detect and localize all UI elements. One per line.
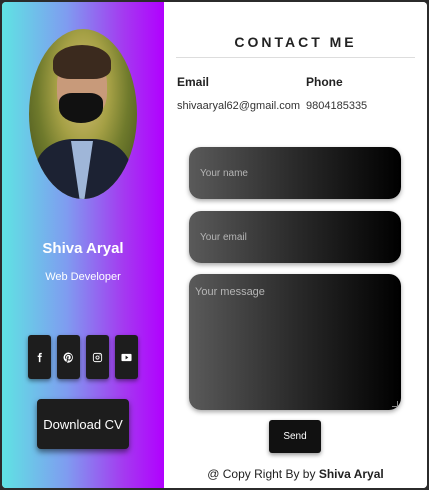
footer-prefix: @ Copy Right By by: [207, 467, 319, 481]
message-placeholder: Your message: [195, 286, 265, 298]
download-cv-button[interactable]: Download CV: [37, 399, 129, 449]
avatar: [29, 29, 137, 199]
youtube-icon: [121, 353, 132, 361]
portfolio-card: Shiva Aryal Web Developer Download CV CO…: [2, 2, 427, 488]
avatar-mask: [59, 93, 103, 123]
contact-panel: CONTACT ME Email shivaaryal62@gmail.com …: [164, 2, 427, 488]
facebook-icon: [37, 352, 42, 362]
footer-author: Shiva Aryal: [318, 467, 384, 481]
avatar-hair: [53, 45, 111, 79]
phone-label: Phone: [306, 75, 343, 89]
profile-name: Shiva Aryal: [42, 240, 124, 257]
profile-panel: Shiva Aryal Web Developer Download CV: [2, 2, 164, 488]
email-value: shivaaryal62@gmail.com: [177, 100, 301, 112]
youtube-button[interactable]: [115, 335, 138, 379]
email-placeholder: Your email: [200, 231, 247, 243]
facebook-button[interactable]: [28, 335, 51, 379]
message-textarea[interactable]: Your message: [189, 274, 401, 410]
email-label: Email: [177, 75, 210, 89]
name-input[interactable]: Your name: [189, 147, 401, 199]
divider: [176, 57, 415, 58]
send-button[interactable]: Send: [269, 420, 321, 453]
pinterest-icon: [63, 351, 73, 363]
footer: @ Copy Right By by Shiva Aryal: [164, 467, 427, 481]
email-input[interactable]: Your email: [189, 211, 401, 263]
profile-role: Web Developer: [45, 271, 121, 283]
resize-handle[interactable]: [392, 401, 398, 407]
instagram-icon: [92, 352, 103, 362]
contact-title: CONTACT ME: [234, 34, 357, 50]
instagram-button[interactable]: [86, 335, 109, 379]
pinterest-button[interactable]: [57, 335, 80, 379]
name-placeholder: Your name: [200, 167, 248, 179]
phone-value: 9804185335: [306, 100, 368, 112]
social-links: [28, 335, 138, 379]
